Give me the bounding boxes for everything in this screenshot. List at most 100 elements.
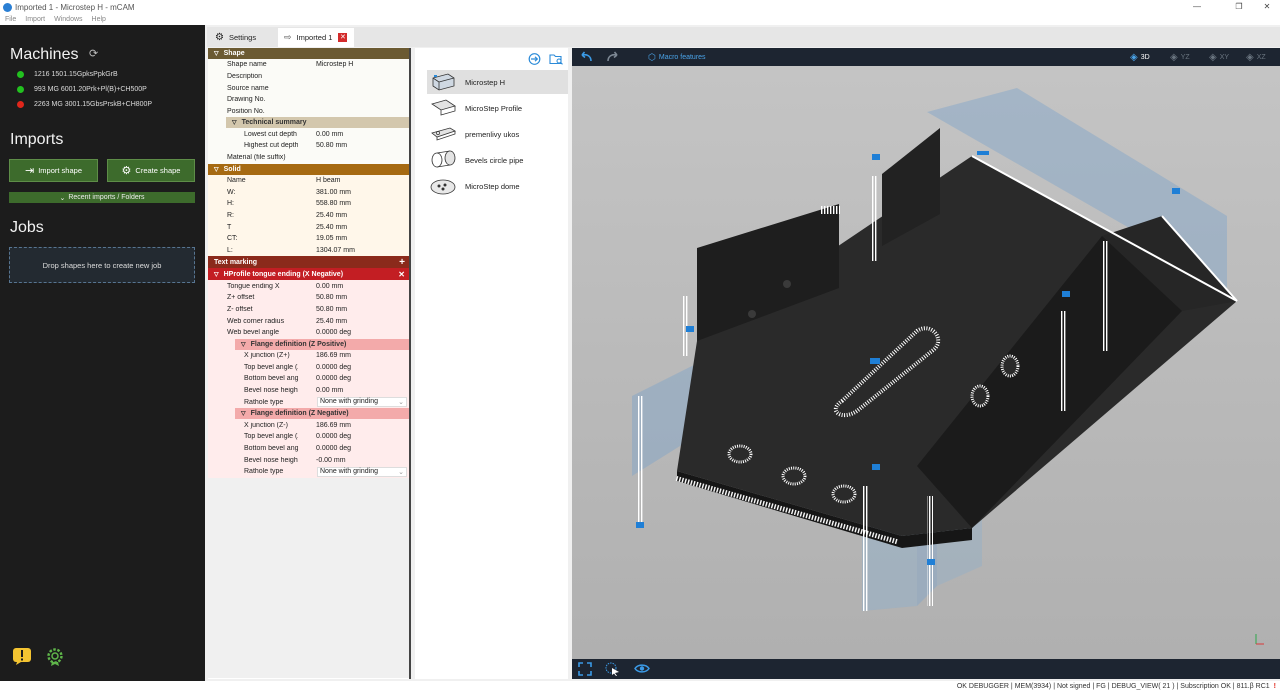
view-xz-button[interactable]: ◈ XZ — [1246, 52, 1266, 63]
prop-value[interactable]: H beam — [298, 177, 409, 184]
prop-row[interactable]: Top bevel angle (Z-)0.0000 deg — [208, 431, 409, 443]
prop-value[interactable]: 0.00 mm — [298, 283, 409, 290]
menu-help[interactable]: Help — [92, 16, 106, 23]
prop-value[interactable]: 25.40 mm — [298, 212, 409, 219]
prop-row[interactable]: Lowest cut depth 0.00 mm — [208, 128, 409, 140]
prop-value[interactable]: 186.69 mm — [298, 352, 409, 359]
prop-value[interactable]: 558.80 mm — [298, 200, 409, 207]
prop-value[interactable]: 0.0000 deg — [298, 433, 409, 440]
view-xy-button[interactable]: ◈ XY — [1209, 52, 1229, 63]
visibility-eye-icon[interactable] — [634, 663, 650, 674]
close-window-button[interactable]: ✕ — [1254, 0, 1280, 14]
refresh-icon[interactable]: ⟳ — [89, 47, 98, 60]
redo-icon[interactable] — [606, 51, 621, 63]
prop-value[interactable]: 25.40 mm — [298, 224, 409, 231]
prop-value[interactable]: 0.0000 deg — [298, 445, 409, 452]
section-text-marking[interactable]: Text marking + — [208, 256, 409, 269]
prop-value[interactable]: -0.00 mm — [298, 457, 409, 464]
prop-row[interactable]: Name H beam — [208, 175, 409, 187]
prop-row[interactable]: CT: 19.05 mm — [208, 233, 409, 245]
prop-row[interactable]: Bottom bevel angle 0.0000 deg — [208, 443, 409, 455]
prop-row[interactable]: X junction (Z+) 186.69 mm — [208, 350, 409, 362]
prop-row[interactable]: Bevel nose height (-0.00 mm — [208, 454, 409, 466]
prop-row[interactable]: H: 558.80 mm — [208, 198, 409, 210]
library-item-microstep-dome[interactable]: MicroStep dome — [427, 174, 583, 198]
subsection-flange-z-positive[interactable]: ▽ Flange definition (Z Positive) — [235, 338, 409, 350]
prop-row[interactable]: W: 381.00 mm — [208, 186, 409, 198]
prop-row[interactable]: Position No. — [208, 106, 409, 118]
prop-row[interactable]: Bevel nose height (0.00 mm — [208, 385, 409, 397]
job-drop-zone[interactable]: Drop shapes here to create new job — [9, 247, 195, 283]
prop-row[interactable]: Z+ offset 50.80 mm — [208, 292, 409, 304]
h-beam-3d-model[interactable] — [572, 66, 1280, 659]
prop-row[interactable]: Web bevel angle 0.0000 deg — [208, 327, 409, 339]
remove-feature-button[interactable]: ✕ — [398, 270, 405, 279]
prop-row[interactable]: T 25.40 mm — [208, 221, 409, 233]
prop-value[interactable]: 186.69 mm — [298, 422, 409, 429]
add-text-marking-button[interactable]: + — [399, 257, 405, 268]
library-item-premenlivy-ukos[interactable]: premenlivy ukos — [427, 122, 583, 146]
maximize-button[interactable]: ❐ — [1226, 0, 1252, 14]
section-shape[interactable]: ▽ Shape — [208, 48, 409, 59]
import-arrow-icon[interactable] — [528, 53, 541, 65]
prop-row[interactable]: Top bevel angle (Z+0.0000 deg — [208, 361, 409, 373]
close-tab-button[interactable]: ✕ — [338, 33, 348, 42]
view-yz-button[interactable]: ◈ YZ — [1170, 52, 1190, 63]
prop-row[interactable]: Drawing No. — [208, 94, 409, 106]
undo-icon[interactable] — [578, 51, 593, 63]
tab-settings[interactable]: ⚙ Settings — [209, 28, 277, 47]
prop-row[interactable]: L: 1304.07 mm — [208, 245, 409, 257]
feedback-warning-icon[interactable] — [12, 647, 32, 665]
recent-imports-button[interactable]: ⌄ Recent imports / Folders — [9, 192, 195, 203]
library-item-microstep-h[interactable]: Microstep H — [427, 70, 568, 94]
prop-value[interactable]: 1304.07 mm — [298, 247, 409, 254]
import-shape-button[interactable]: ⇥ Import shape — [9, 159, 98, 182]
prop-row[interactable]: Rathole type None with grinding ⌄ — [208, 466, 409, 478]
section-solid[interactable]: ▽ Solid — [208, 163, 409, 175]
prop-row[interactable]: Rathole type None with grinding ⌄ — [208, 397, 409, 409]
menu-file[interactable]: File — [5, 16, 16, 23]
menu-import[interactable]: Import — [25, 16, 45, 23]
prop-row[interactable]: Source name — [208, 82, 409, 94]
menu-windows[interactable]: Windows — [54, 16, 82, 23]
settings-gear-icon[interactable] — [45, 646, 65, 666]
macro-features-button[interactable]: ⬡ Macro features — [648, 52, 706, 63]
prop-value[interactable]: 50.80 mm — [298, 306, 409, 313]
section-hprofile-tongue[interactable]: ▽ HProfile tongue ending (X Negative) ✕ — [208, 268, 409, 281]
error-indicator-icon[interactable]: ! — [1274, 683, 1276, 690]
prop-value[interactable]: 0.0000 deg — [298, 375, 409, 382]
prop-row[interactable]: Z- offset 50.80 mm — [208, 304, 409, 316]
prop-value[interactable]: 25.40 mm — [298, 318, 409, 325]
prop-row[interactable]: Shape name Microstep H — [208, 59, 409, 71]
prop-row[interactable]: Material (file suffix) — [208, 152, 409, 164]
library-item-microstep-profile[interactable]: MicroStep Profile — [427, 96, 583, 120]
prop-row[interactable]: R: 25.40 mm — [208, 210, 409, 222]
prop-row[interactable]: Description — [208, 71, 409, 83]
machine-item[interactable]: 2263 MG 3001.15GbsPrskB+CH800P — [17, 101, 152, 108]
subsection-technical-summary[interactable]: ▽ Technical summary — [226, 117, 409, 129]
view-3d-button[interactable]: ◈ 3D — [1130, 52, 1150, 63]
subsection-flange-z-negative[interactable]: ▽ Flange definition (Z Negative) — [235, 408, 409, 420]
prop-row[interactable]: Highest cut depth 50.80 mm — [208, 140, 409, 152]
prop-row[interactable]: Bottom bevel angle 0.0000 deg — [208, 373, 409, 385]
prop-value[interactable]: 0.0000 deg — [298, 329, 409, 336]
3d-viewport[interactable]: ⬡ Macro features ◈ 3D ◈ YZ ◈ XY ◈ XZ — [572, 48, 1280, 679]
rathole-type-select[interactable]: None with grinding ⌄ — [317, 466, 407, 477]
tab-imported-1[interactable]: ⇨ Imported 1 ✕ — [278, 28, 354, 47]
prop-value[interactable]: 19.05 mm — [298, 235, 409, 242]
create-shape-button[interactable]: ⚙ Create shape — [107, 159, 195, 182]
prop-value[interactable]: 0.0000 deg — [298, 364, 409, 371]
prop-value[interactable]: 381.00 mm — [298, 189, 409, 196]
folder-search-icon[interactable] — [549, 53, 564, 65]
library-item-bevels-circle-pipe[interactable]: Bevels circle pipe — [427, 148, 583, 172]
machine-item[interactable]: 1216 1501.15GpksPpkGrB — [17, 71, 118, 78]
prop-row[interactable]: Web corner radius 25.40 mm — [208, 315, 409, 327]
fit-view-icon[interactable] — [578, 662, 592, 676]
prop-value[interactable]: 0.00 mm — [298, 387, 409, 394]
select-cursor-icon[interactable] — [605, 662, 621, 676]
machine-item[interactable]: 993 MG 6001.20Prk+Pl(B)+CH500P — [17, 86, 147, 93]
minimize-button[interactable]: — — [1184, 0, 1210, 14]
prop-value[interactable]: Microstep H — [298, 61, 409, 68]
prop-row[interactable]: X junction (Z-) 186.69 mm — [208, 419, 409, 431]
prop-value[interactable]: 50.80 mm — [298, 294, 409, 301]
